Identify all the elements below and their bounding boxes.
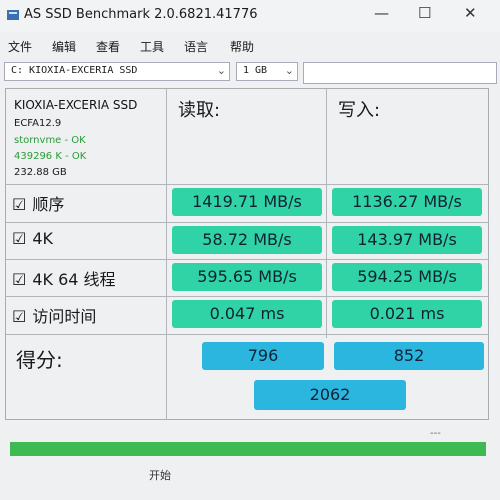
4k-write-result: 143.97 MB/s xyxy=(332,226,482,254)
app-icon xyxy=(7,10,19,20)
row-label-seq[interactable]: ☑ 顺序 xyxy=(12,191,64,215)
seq-read-result: 1419.71 MB/s xyxy=(172,188,322,216)
write-score: 852 xyxy=(334,342,484,370)
access-read-result: 0.047 ms xyxy=(172,300,322,328)
maximize-button[interactable]: ☐ xyxy=(418,4,431,22)
access-write-result: 0.021 ms xyxy=(332,300,482,328)
menu-help[interactable]: 帮助 xyxy=(230,38,254,55)
read-column-header: 读取: xyxy=(178,100,221,121)
size-select[interactable]: 1 GB ⌄ xyxy=(236,62,298,81)
checkbox-icon[interactable]: ☑ xyxy=(12,270,26,289)
progress-fill xyxy=(10,442,486,456)
chevron-down-icon: ⌄ xyxy=(216,64,226,77)
menu-language[interactable]: 语言 xyxy=(184,38,208,55)
4k64-write-result: 594.25 MB/s xyxy=(332,263,482,291)
toolbar-blank-field xyxy=(303,62,497,84)
drive-select-value: C: KIOXIA-EXCERIA SSD xyxy=(11,65,138,76)
seq-write-result: 1136.27 MB/s xyxy=(332,188,482,216)
window-title: AS SSD Benchmark 2.0.6821.41776 xyxy=(24,7,258,22)
drive-capacity: 232.88 GB xyxy=(14,167,67,178)
title-bar: AS SSD Benchmark 2.0.6821.41776 — ☐ ✕ xyxy=(0,0,500,32)
menu-file[interactable]: 文件 xyxy=(8,38,32,55)
row-divider xyxy=(5,296,489,297)
score-label: 得分: xyxy=(16,348,63,372)
column-divider xyxy=(166,88,167,420)
checkbox-icon[interactable]: ☑ xyxy=(12,229,26,248)
chevron-down-icon: ⌄ xyxy=(284,64,294,77)
menu-edit[interactable]: 编辑 xyxy=(52,38,76,55)
4k-read-result: 58.72 MB/s xyxy=(172,226,322,254)
progress-bar xyxy=(10,442,486,456)
write-column-header: 写入: xyxy=(338,100,381,121)
row-label-text: 4K xyxy=(32,229,54,248)
menu-tools[interactable]: 工具 xyxy=(140,38,164,55)
driver-status: stornvme - OK xyxy=(14,135,86,146)
row-divider xyxy=(5,334,489,335)
row-label-access[interactable]: ☑ 访问时间 xyxy=(12,303,96,327)
total-score: 2062 xyxy=(254,380,406,410)
close-button[interactable]: ✕ xyxy=(464,4,477,22)
menu-view[interactable]: 查看 xyxy=(96,38,120,55)
row-divider xyxy=(5,222,489,223)
minimize-button[interactable]: — xyxy=(374,4,389,22)
row-divider xyxy=(5,184,489,185)
drive-name: KIOXIA-EXCERIA SSD xyxy=(14,98,138,112)
checkbox-icon[interactable]: ☑ xyxy=(12,307,26,326)
firmware-version: ECFA12.9 xyxy=(14,118,62,129)
read-score: 796 xyxy=(202,342,324,370)
row-label-text: 访问时间 xyxy=(32,307,97,326)
status-text: --- xyxy=(430,428,441,439)
row-label-text: 4K 64 线程 xyxy=(32,270,116,289)
row-label-text: 顺序 xyxy=(32,195,65,214)
row-label-4k64[interactable]: ☑ 4K 64 线程 xyxy=(12,266,116,290)
menu-bar: 文件 编辑 查看 工具 语言 帮助 xyxy=(0,36,500,56)
row-divider xyxy=(5,259,489,260)
start-button[interactable]: 开始 xyxy=(128,466,192,486)
size-select-value: 1 GB xyxy=(243,65,268,76)
drive-select[interactable]: C: KIOXIA-EXCERIA SSD ⌄ xyxy=(4,62,230,81)
row-label-4k[interactable]: ☑ 4K xyxy=(12,229,53,248)
alignment-status: 439296 K - OK xyxy=(14,151,87,162)
column-divider xyxy=(326,88,327,338)
checkbox-icon[interactable]: ☑ xyxy=(12,195,26,214)
4k64-read-result: 595.65 MB/s xyxy=(172,263,322,291)
